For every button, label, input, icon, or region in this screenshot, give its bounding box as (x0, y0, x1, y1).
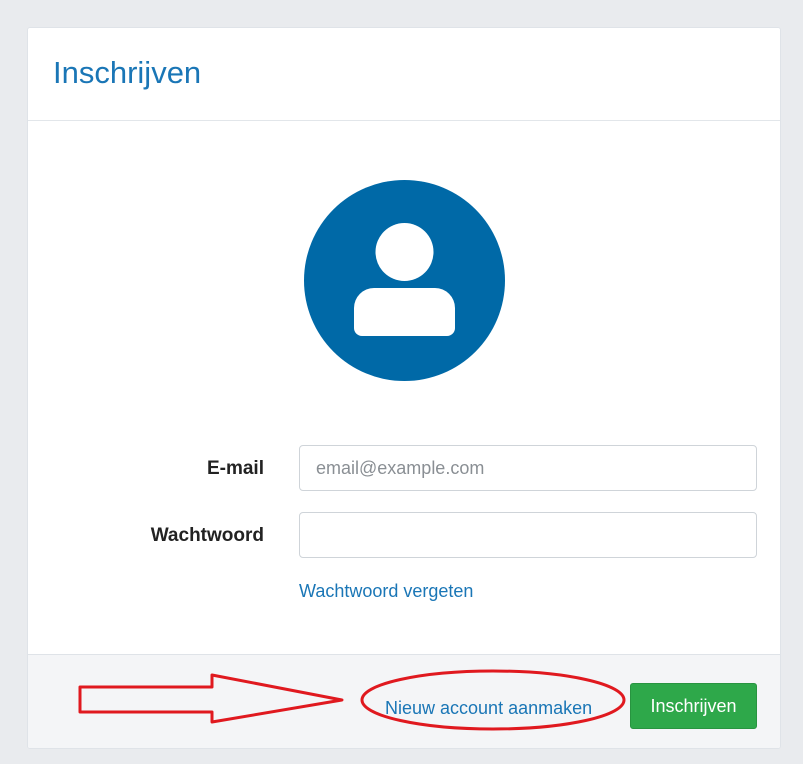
card-header: Inschrijven (28, 28, 780, 121)
new-account-button[interactable]: Nieuw account aanmaken (373, 687, 604, 729)
user-icon (354, 223, 455, 336)
avatar (304, 180, 505, 381)
submit-button[interactable]: Inschrijven (630, 683, 757, 729)
login-card: Inschrijven E-mail Wachtwoord Wachtwoord… (27, 27, 781, 749)
forgot-password-link[interactable]: Wachtwoord vergeten (299, 581, 473, 602)
email-field[interactable] (299, 445, 757, 491)
email-label: E-mail (206, 458, 264, 479)
card-footer: Nieuw account aanmaken Inschrijven (28, 654, 780, 748)
password-label: Wachtwoord (150, 525, 264, 546)
password-field[interactable] (299, 512, 757, 558)
page-title: Inschrijven (53, 55, 202, 90)
